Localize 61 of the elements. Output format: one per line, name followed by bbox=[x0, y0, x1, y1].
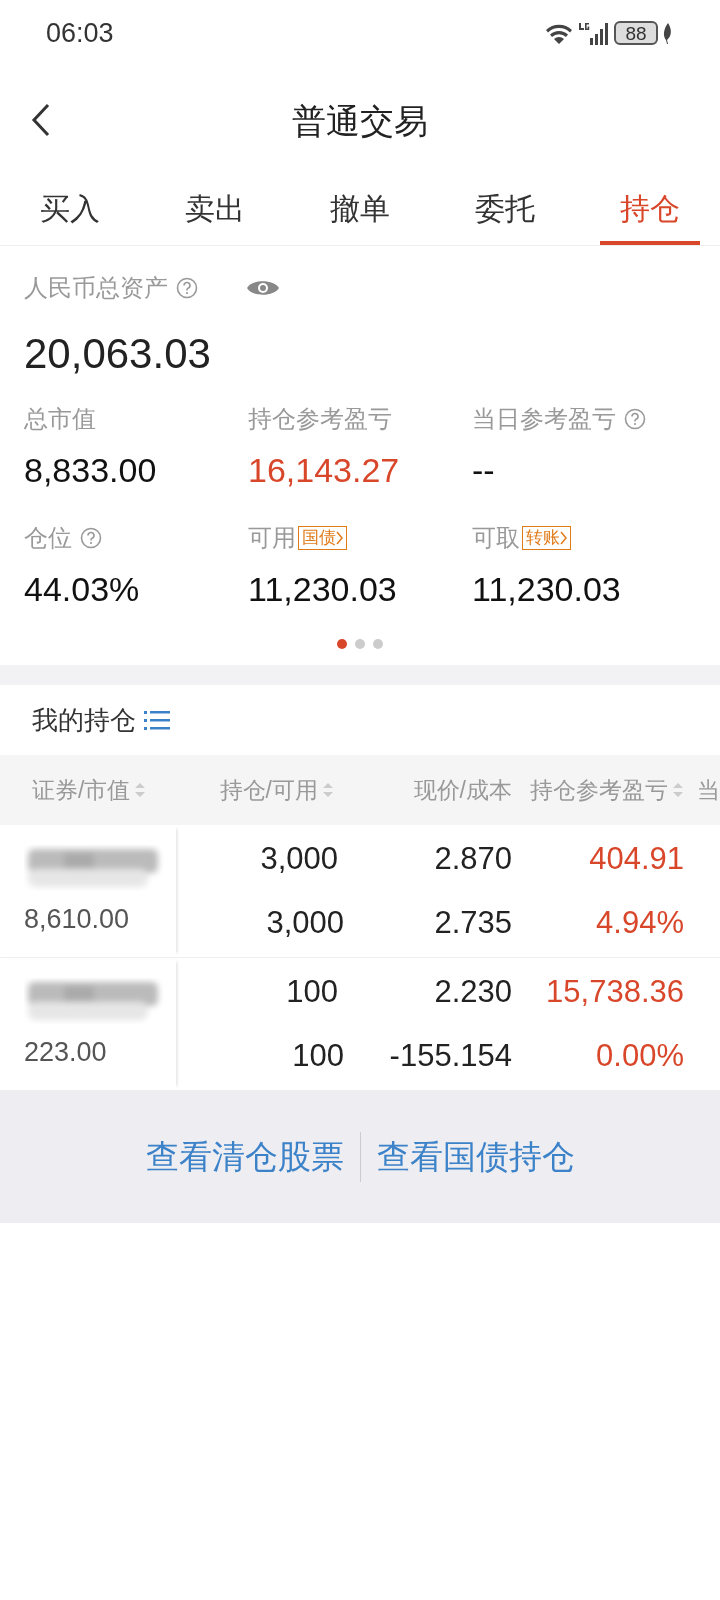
stat-value: 11,230.03 bbox=[472, 569, 621, 610]
signal-icon bbox=[578, 20, 610, 46]
quantity: 3,000 bbox=[260, 839, 338, 878]
help-icon[interactable] bbox=[176, 277, 198, 299]
stat-value: -- bbox=[472, 450, 495, 491]
total-assets: 20,063.03 bbox=[24, 329, 212, 379]
chevron-icon[interactable] bbox=[336, 531, 343, 545]
leaf-icon bbox=[662, 22, 674, 44]
sort-icon[interactable] bbox=[322, 782, 334, 798]
page-dot[interactable] bbox=[337, 639, 347, 649]
status-time: 06:03 bbox=[46, 16, 114, 50]
sort-icon[interactable] bbox=[672, 782, 684, 798]
available: 3,000 bbox=[266, 903, 344, 942]
asset-label: 人民币总资产 bbox=[24, 273, 168, 303]
tab[interactable]: 买入 bbox=[20, 186, 120, 245]
back-icon[interactable] bbox=[30, 102, 52, 138]
link[interactable]: 查看清仓股票 bbox=[129, 1132, 360, 1182]
tab[interactable]: 卖出 bbox=[165, 186, 265, 245]
column-header: 当 bbox=[697, 775, 720, 805]
section-title: 我的持仓 bbox=[32, 703, 136, 737]
tag-link[interactable]: 转账 bbox=[522, 526, 571, 550]
cost: -155.154 bbox=[389, 1036, 512, 1075]
market-value: 8,610.00 bbox=[24, 902, 131, 936]
column-header: 证券/市值 bbox=[32, 775, 131, 805]
column-header: 持仓参考盈亏 bbox=[530, 775, 668, 805]
market-value: 223.00 bbox=[24, 1035, 108, 1069]
profit-loss-percent: 4.94% bbox=[596, 903, 684, 942]
help-icon[interactable] bbox=[624, 408, 646, 430]
page-dot[interactable] bbox=[355, 639, 365, 649]
stat-value: 44.03% bbox=[24, 569, 140, 610]
column-header: 持仓/可用 bbox=[219, 775, 318, 805]
stat-label: 可取 bbox=[472, 523, 520, 553]
chevron-icon[interactable] bbox=[560, 531, 567, 545]
price: 2.870 bbox=[434, 839, 512, 878]
stat-value: 11,230.03 bbox=[248, 569, 397, 610]
profit-loss: 404.91 bbox=[589, 839, 684, 878]
stat-value: 8,833.00 bbox=[24, 450, 157, 491]
list-icon[interactable] bbox=[144, 709, 170, 731]
stat-label: 当日参考盈亏 bbox=[472, 404, 616, 434]
page-title: 普通交易 bbox=[292, 100, 428, 142]
tag-link[interactable]: 国债 bbox=[298, 526, 347, 550]
price: 2.230 bbox=[434, 972, 512, 1011]
battery-indicator: 88 bbox=[614, 21, 658, 45]
stat-label: 可用 bbox=[248, 523, 296, 553]
available: 100 bbox=[292, 1036, 344, 1075]
stat-label: 持仓参考盈亏 bbox=[248, 404, 392, 434]
page-dot[interactable] bbox=[373, 639, 383, 649]
column-header: 现价/成本 bbox=[413, 775, 512, 805]
cost: 2.735 bbox=[434, 903, 512, 942]
tab[interactable]: 持仓 bbox=[600, 186, 700, 245]
stat-label: 仓位 bbox=[24, 523, 72, 553]
tab[interactable]: 撤单 bbox=[310, 186, 410, 245]
tab[interactable]: 委托 bbox=[455, 186, 555, 245]
stat-label: 总市值 bbox=[24, 404, 96, 434]
sort-icon[interactable] bbox=[134, 782, 147, 798]
help-icon[interactable] bbox=[80, 527, 102, 549]
stat-value: 16,143.27 bbox=[248, 450, 400, 491]
profit-loss: 15,738.36 bbox=[546, 972, 684, 1011]
profit-loss-percent: 0.00% bbox=[596, 1036, 684, 1075]
link[interactable]: 查看国债持仓 bbox=[359, 1132, 591, 1182]
quantity: 100 bbox=[286, 972, 338, 1011]
